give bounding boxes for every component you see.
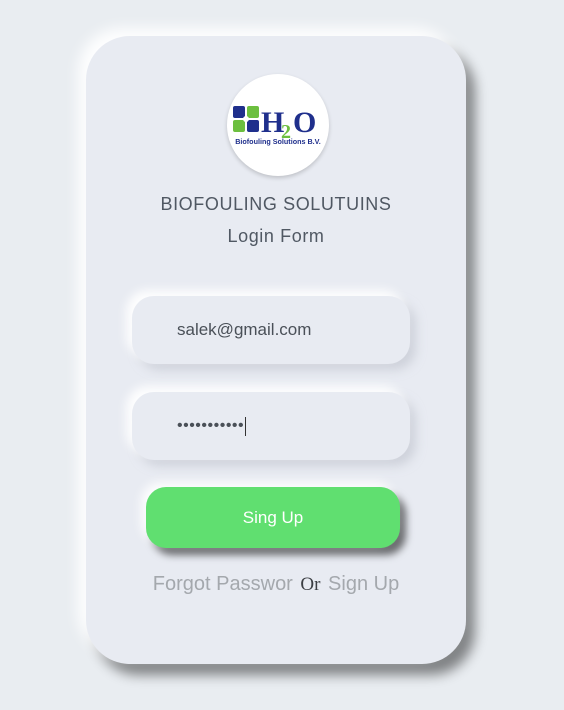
text-caret [245,416,247,436]
form-title: Login Form [227,226,325,246]
h2o-logo-icon: H 2 O Biofouling Solutions B.V. [233,106,321,146]
email-field-container [132,296,410,364]
sign-up-button[interactable]: Sing Up [146,487,400,548]
sign-up-link[interactable]: Sign Up [328,573,399,595]
footer-links: Forgot Passwor Or Sign Up [86,573,466,596]
password-input[interactable]: ••••••••••• [177,416,247,436]
brand-title: BIOFOULING SOLUTUINS [160,194,392,214]
password-field-container: ••••••••••• [132,392,410,460]
password-mask: ••••••••••• [177,417,245,434]
login-card: H 2 O Biofouling Solutions B.V. BIOFOULI… [86,36,466,664]
forgot-password-link[interactable]: Forgot Passwor [153,573,293,595]
or-separator: Or [300,574,321,595]
email-input[interactable] [177,320,387,340]
logo-o-text: O [293,106,316,139]
logo-subtitle: Biofouling Solutions B.V. [235,137,321,146]
company-logo: H 2 O Biofouling Solutions B.V. [227,74,329,176]
